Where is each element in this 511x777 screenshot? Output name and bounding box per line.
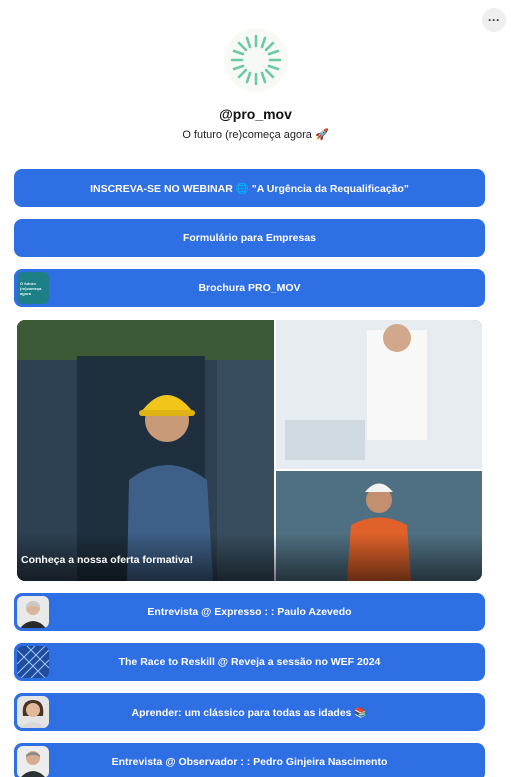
profile-tagline: O futuro (re)começa agora 🚀 bbox=[182, 129, 329, 141]
link-company-form-button[interactable]: Formulário para Empresas bbox=[14, 219, 485, 257]
link-learning-classic-button[interactable]: Aprender: um clássico para todas as idad… bbox=[14, 693, 485, 731]
profile-header: @pro_mov O futuro (re)começa agora 🚀 bbox=[0, 28, 511, 141]
sunburst-logo-icon bbox=[230, 34, 281, 86]
link-interview-observador-button[interactable]: Entrevista @ Observador : : Pedro Ginjei… bbox=[14, 743, 485, 777]
link-label: Aprender: um clássico para todas as idad… bbox=[131, 706, 368, 719]
link-label: Formulário para Empresas bbox=[182, 232, 317, 244]
brochure-thumbnail: O futuro (re)começa agora bbox=[17, 272, 49, 304]
link-label: Brochura PRO_MOV bbox=[198, 282, 301, 294]
link-list: INSCREVA-SE NO WEBINAR 🌐 "A Urgência da … bbox=[14, 169, 485, 319]
link-label: Entrevista @ Observador : : Pedro Ginjei… bbox=[111, 756, 388, 768]
link-brochure-button[interactable]: O futuro (re)começa agora Brochura PRO_M… bbox=[14, 269, 485, 307]
featured-training-card[interactable]: Conheça a nossa oferta formativa! bbox=[17, 320, 482, 581]
link-wef-session-button[interactable]: The Race to Reskill @ Reveja a sessão no… bbox=[14, 643, 485, 681]
link-label: INSCREVA-SE NO WEBINAR 🌐 "A Urgência da … bbox=[90, 182, 409, 195]
featured-caption: Conheça a nossa oferta formativa! bbox=[17, 533, 482, 581]
person-thumbnail bbox=[17, 596, 49, 628]
person-thumbnail bbox=[17, 746, 49, 777]
thumbnail-text: O futuro (re)começa agora bbox=[20, 280, 42, 296]
profile-handle: @pro_mov bbox=[219, 106, 292, 122]
link-interview-expresso-button[interactable]: Entrevista @ Expresso : : Paulo Azevedo bbox=[14, 593, 485, 631]
building-thumbnail bbox=[17, 646, 49, 678]
link-label: Entrevista @ Expresso : : Paulo Azevedo bbox=[147, 606, 352, 618]
person-thumbnail bbox=[17, 696, 49, 728]
link-webinar-button[interactable]: INSCREVA-SE NO WEBINAR 🌐 "A Urgência da … bbox=[14, 169, 485, 207]
link-list-bottom: Entrevista @ Expresso : : Paulo Azevedo … bbox=[14, 593, 485, 777]
link-label: The Race to Reskill @ Reveja a sessão no… bbox=[118, 656, 381, 668]
avatar bbox=[223, 28, 288, 92]
